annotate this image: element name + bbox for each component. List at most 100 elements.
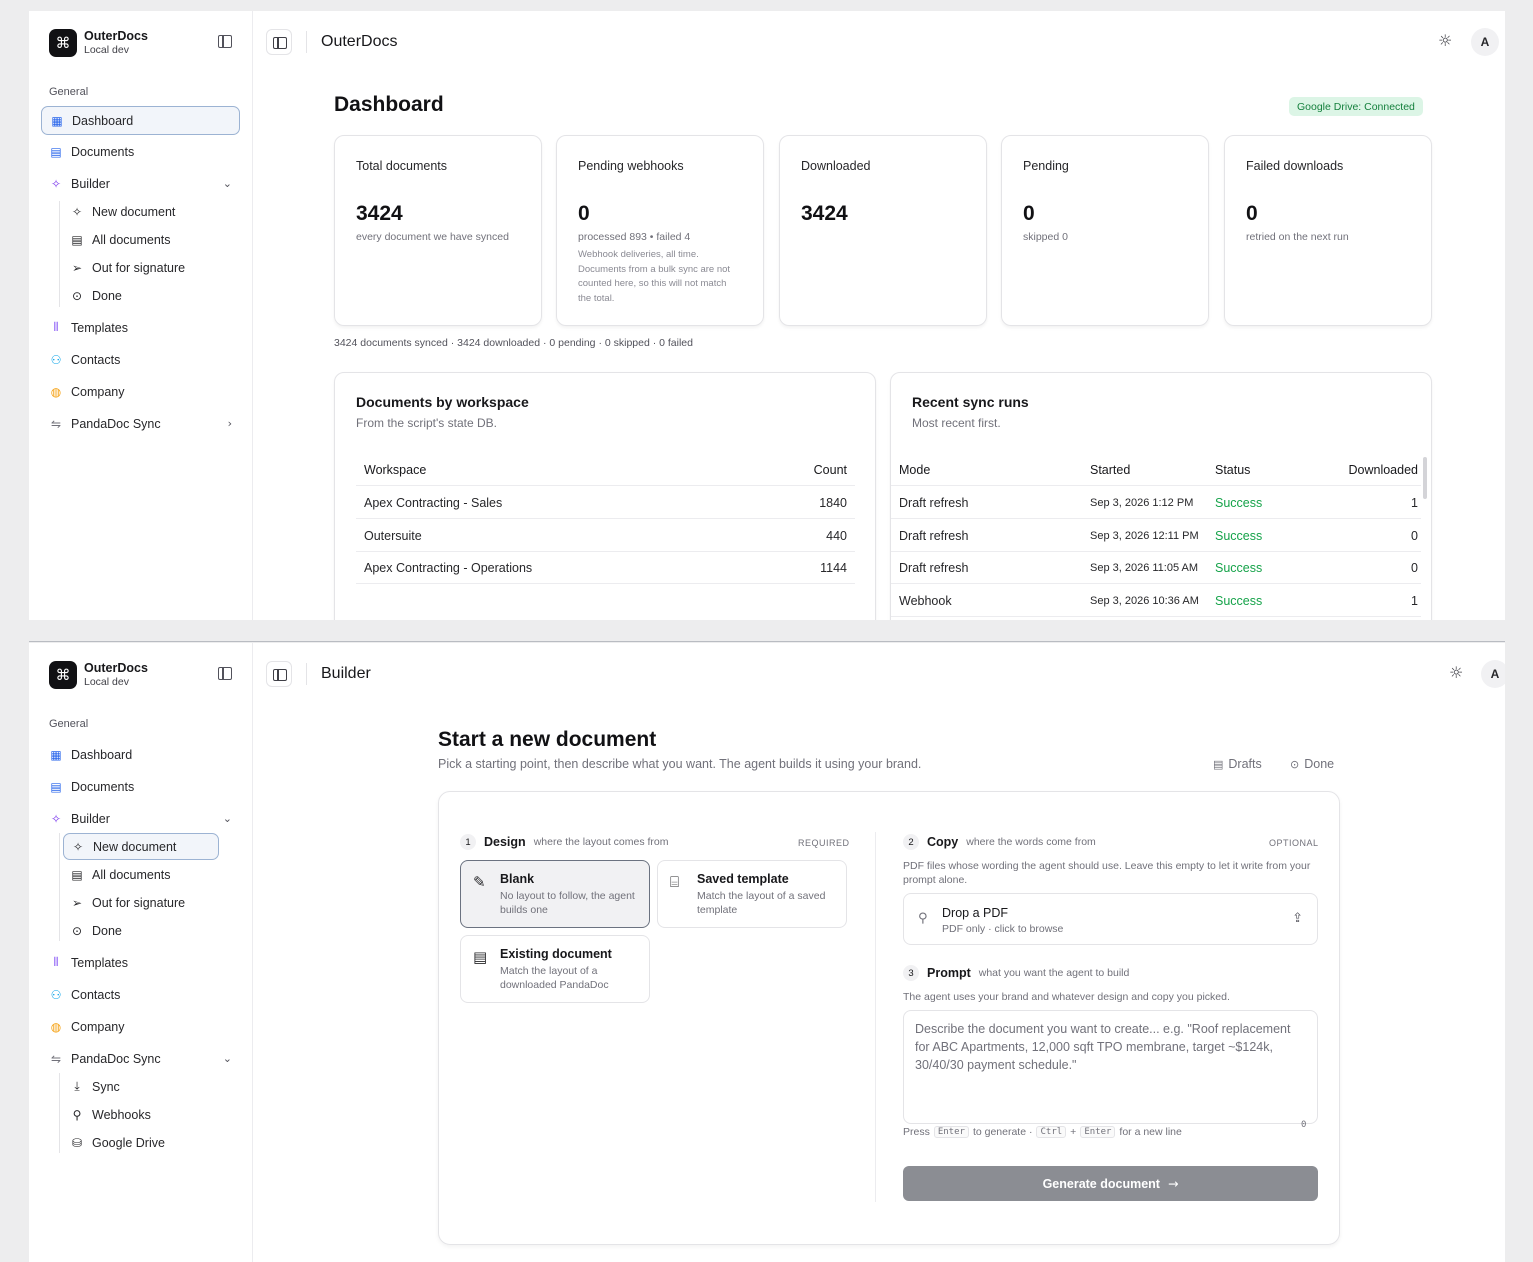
sidebar-subitem-out-for-signature[interactable]: ➢ Out for signature — [63, 254, 219, 281]
sync-summary: 3424 documents synced · 3424 downloaded … — [334, 337, 693, 349]
column-header[interactable]: Started — [1090, 463, 1130, 477]
sidebar-subitem-sync[interactable]: ⤓ Sync — [63, 1073, 219, 1100]
builder-subtitle: Pick a starting point, then describe wha… — [438, 757, 922, 771]
button-label: Generate document — [1042, 1176, 1160, 1191]
card-subtitle: Most recent first. — [912, 416, 1001, 430]
avatar[interactable]: A — [1471, 28, 1499, 56]
design-step-header: 1 Design where the layout comes from — [460, 834, 669, 850]
drive-icon: ⛁ — [71, 1135, 83, 1150]
sidebar-item-company[interactable]: ◍ Company — [41, 377, 240, 406]
step-description: where the words come from — [966, 836, 1096, 848]
library-icon: ⦀ — [53, 320, 59, 334]
prompt-textarea[interactable]: Describe the document you want to create… — [903, 1010, 1318, 1124]
avatar[interactable]: A — [1481, 660, 1505, 688]
sidebar-toggle-icon[interactable] — [266, 29, 292, 55]
sidebar-item-builder[interactable]: ✧ Builder ⌄ — [41, 169, 240, 198]
sidebar-item-company[interactable]: ◍ Company — [41, 1012, 240, 1041]
sidebar-item-dashboard[interactable]: ▦ Dashboard — [41, 740, 240, 769]
drafts-link[interactable]: ▤ Drafts — [1213, 757, 1262, 771]
table-scrollbar[interactable] — [1423, 457, 1427, 499]
check-circle-icon: ⊙ — [1290, 757, 1300, 771]
sidebar-toggle-icon[interactable] — [266, 661, 292, 687]
design-option-blank[interactable]: ✎ Blank No layout to follow, the agent b… — [460, 860, 650, 928]
table-row[interactable]: Apex Contracting - Sales 1840 — [356, 487, 855, 519]
column-header[interactable]: Workspace — [364, 463, 426, 477]
submenu-guide — [59, 201, 60, 307]
sun-icon[interactable]: ☼ — [1449, 663, 1463, 682]
table-row[interactable]: Draft refresh Sep 3, 2026 12:11 PM Succe… — [891, 520, 1421, 552]
step-description: where the layout comes from — [533, 836, 669, 848]
users-icon: ⚇ — [50, 352, 62, 367]
column-header[interactable]: Count — [814, 463, 847, 477]
design-option-existing-document[interactable]: ▤ Existing document Match the layout of … — [460, 935, 650, 1003]
chevron-down-icon: ⌄ — [222, 177, 232, 190]
hint-text: for a new line — [1119, 1126, 1182, 1138]
sun-icon[interactable]: ☼ — [1438, 31, 1452, 50]
downloaded-cell: 1 — [1411, 593, 1418, 608]
card-title: Recent sync runs — [912, 394, 1029, 410]
sidebar-item-contacts[interactable]: ⚇ Contacts — [41, 345, 240, 374]
sidebar-item-pandadoc-sync[interactable]: ⇋ PandaDoc Sync ⌄ — [41, 1044, 240, 1073]
sidebar-item-pandadoc-sync[interactable]: ⇋ PandaDoc Sync › — [41, 409, 240, 438]
sidebar-item-contacts[interactable]: ⚇ Contacts — [41, 980, 240, 1009]
keyboard-hint: Press Enter to generate · Ctrl + Enter f… — [903, 1126, 1182, 1138]
sidebar-collapse-icon[interactable] — [218, 667, 232, 680]
table-row[interactable]: Webhook Sep 3, 2026 10:36 AM Success 1 — [891, 585, 1421, 617]
sidebar-subitem-google-drive[interactable]: ⛁ Google Drive — [63, 1129, 219, 1156]
sidebar-item-dashboard[interactable]: ▦ Dashboard — [41, 106, 240, 135]
optional-tag: OPTIONAL — [1269, 838, 1319, 848]
sidebar-subitem-done[interactable]: ⊙ Done — [63, 282, 219, 309]
brand[interactable]: ⌘ OuterDocs Local dev — [49, 661, 148, 689]
stat-card-pending: Pending 0 skipped 0 — [1001, 135, 1209, 326]
screenshot-divider — [29, 641, 1505, 642]
table-row[interactable]: Draft refresh Sep 3, 2026 1:12 PM Succes… — [891, 487, 1421, 519]
status-cell: Success — [1215, 560, 1263, 575]
send-icon: ➢ — [71, 895, 83, 910]
generate-document-button[interactable]: Generate document → — [903, 1166, 1318, 1201]
workspace-cell: Apex Contracting - Sales — [364, 495, 503, 510]
step-number: 3 — [903, 965, 919, 981]
option-title: Existing document — [500, 947, 612, 961]
page-title: OuterDocs — [321, 33, 398, 50]
topbar: OuterDocs ☼ A — [253, 11, 1505, 73]
sidebar-item-templates[interactable]: ⦀ Templates — [41, 313, 240, 342]
sidebar-item-documents[interactable]: ▤ Documents — [41, 137, 240, 166]
check-circle-icon: ⊙ — [71, 923, 83, 938]
column-header[interactable]: Status — [1215, 463, 1250, 477]
stat-value: 3424 — [801, 202, 848, 225]
design-option-saved-template[interactable]: ⌸ Saved template Match the layout of a s… — [657, 860, 847, 928]
brand[interactable]: ⌘ OuterDocs Local dev — [49, 29, 148, 57]
dashboard-window: ⌘ OuterDocs Local dev General ▦ Dashboard… — [29, 11, 1505, 620]
sidebar-item-templates[interactable]: ⦀ Templates — [41, 948, 240, 977]
sidebar-collapse-icon[interactable] — [218, 35, 232, 48]
sync-runs-table-card: Recent sync runs Most recent first. Mode… — [890, 372, 1432, 620]
downloaded-cell: 1 — [1411, 495, 1418, 510]
card-subtitle: From the script's state DB. — [356, 416, 497, 430]
started-cell: Sep 3, 2026 1:12 PM — [1090, 496, 1194, 509]
done-link[interactable]: ⊙ Done — [1290, 757, 1334, 771]
option-title: Blank — [500, 872, 535, 886]
sidebar-subitem-all-documents[interactable]: ▤ All documents — [63, 226, 219, 253]
status-cell: Success — [1215, 528, 1263, 543]
column-header[interactable]: Downloaded — [1349, 463, 1419, 477]
builder-window: ⌘ OuterDocs Local dev General ▦ Dashboard… — [29, 643, 1505, 1262]
sidebar-subitem-done[interactable]: ⊙ Done — [63, 917, 219, 944]
table-row[interactable]: Outersuite 440 — [356, 520, 855, 552]
option-description: Match the layout of a downloaded PandaDo… — [500, 965, 609, 991]
table-row[interactable]: Draft refresh Sep 3, 2026 11:05 AM Succe… — [891, 552, 1421, 584]
sidebar-subitem-all-documents[interactable]: ▤ All documents — [63, 861, 219, 888]
sidebar: ⌘ OuterDocs Local dev General ▦ Dashboard… — [29, 643, 253, 1262]
dashboard-heading: Dashboard — [334, 93, 444, 116]
table-row[interactable]: Apex Contracting - Operations 1144 — [356, 552, 855, 584]
sidebar-subitem-webhooks[interactable]: ⚲ Webhooks — [63, 1101, 219, 1128]
stat-note: Webhook deliveries, all time. Documents … — [578, 249, 731, 304]
column-header[interactable]: Mode — [899, 463, 930, 477]
sidebar-item-documents[interactable]: ▤ Documents — [41, 772, 240, 801]
grid-icon: ▦ — [50, 747, 62, 762]
pdf-dropzone[interactable]: ⚲ Drop a PDF PDF only · click to browse … — [903, 893, 1318, 945]
sidebar-subitem-new-document[interactable]: ✧ New document — [63, 833, 219, 860]
sidebar-item-builder[interactable]: ✧ Builder ⌄ — [41, 804, 240, 833]
brand-name: OuterDocs — [84, 661, 148, 675]
sidebar-subitem-new-document[interactable]: ✧ New document — [63, 198, 219, 225]
sidebar-subitem-out-for-signature[interactable]: ➢ Out for signature — [63, 889, 219, 916]
